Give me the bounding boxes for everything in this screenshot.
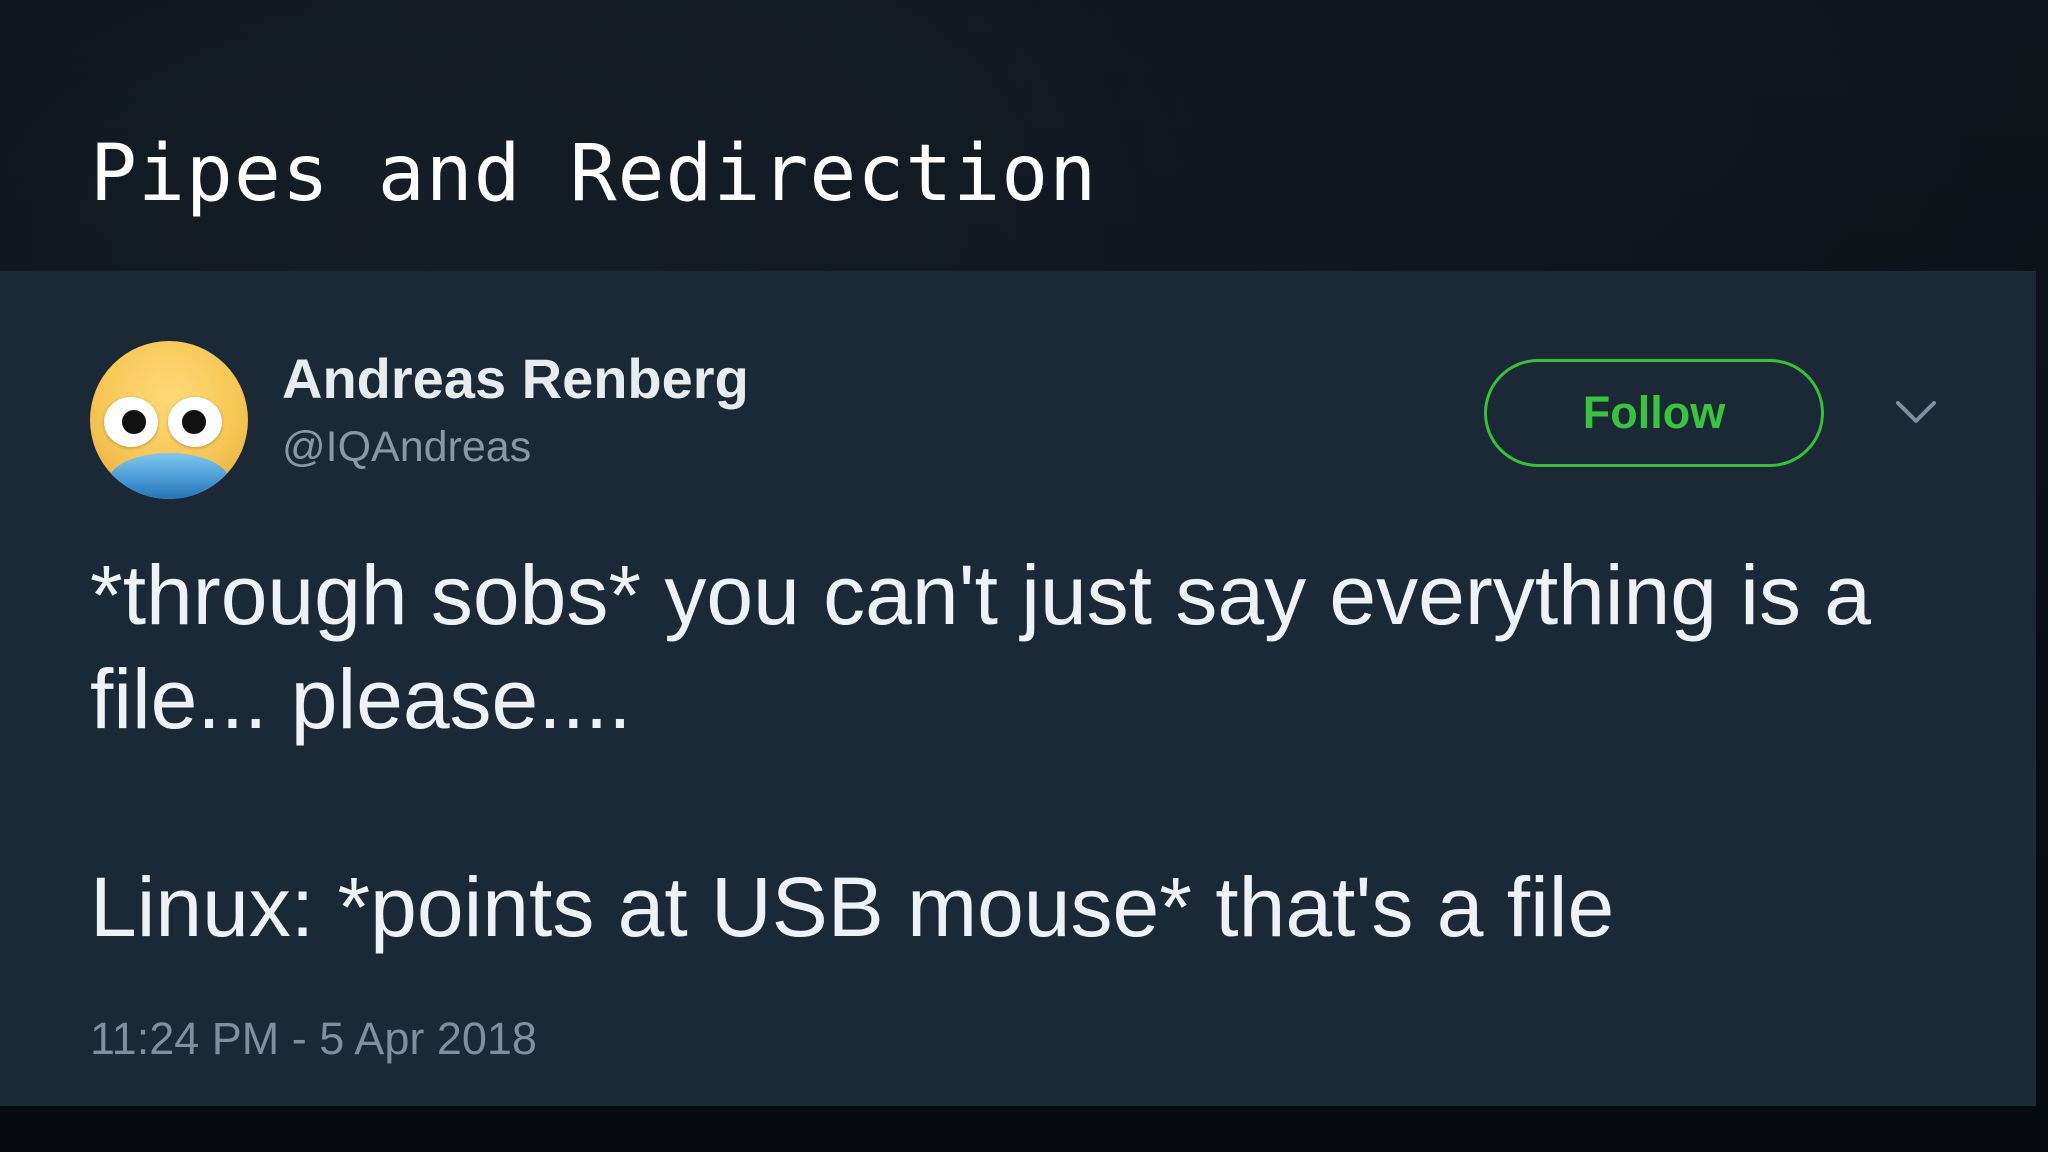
- tweet-text: *through sobs* you can't just say everyt…: [90, 543, 1970, 959]
- author-display-name[interactable]: Andreas Renberg: [282, 347, 749, 411]
- tweet-timestamp[interactable]: 11:24 PM - 5 Apr 2018: [90, 1011, 537, 1067]
- tweet-card: Andreas Renberg @IQAndreas Follow *throu…: [0, 271, 2036, 1106]
- avatar-left-pupil: [122, 410, 146, 434]
- avatar-left-eye: [104, 397, 158, 447]
- avatar-right-pupil: [182, 410, 206, 434]
- slide-title: Pipes and Redirection: [90, 129, 1098, 219]
- avatar-right-eye: [168, 397, 222, 447]
- tweet-paragraph: Linux: *points at USB mouse* that's a fi…: [90, 860, 1615, 954]
- tweet-paragraph: *through sobs* you can't just say everyt…: [90, 548, 1872, 746]
- follow-button[interactable]: Follow: [1484, 359, 1824, 467]
- avatar-shirt: [108, 453, 230, 499]
- googly-eyes-avatar-icon[interactable]: [90, 341, 248, 499]
- chevron-down-icon[interactable]: [1894, 397, 1938, 427]
- author-handle[interactable]: @IQAndreas: [282, 421, 531, 473]
